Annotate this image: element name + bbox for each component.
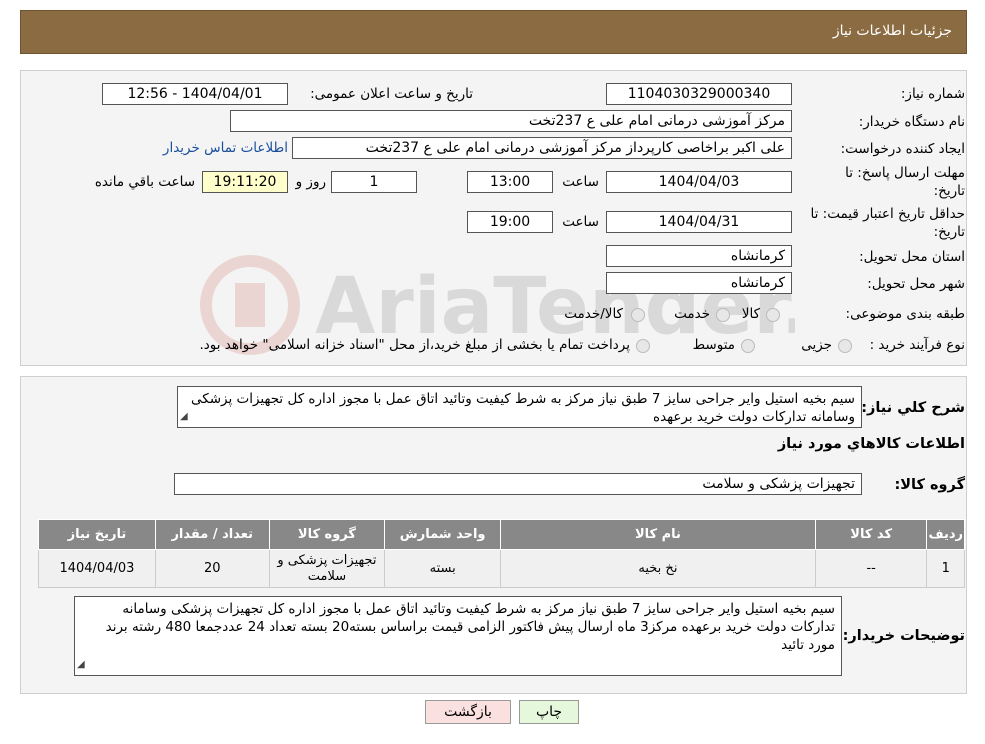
process-radio-medium[interactable]: [741, 339, 755, 353]
process-option-minor: جزیی: [801, 337, 832, 353]
city-field: کرمانشاه: [606, 272, 792, 294]
deadline-time-label: ساعت: [562, 174, 599, 190]
buyer-org-field: مرکز آموزشی درمانی امام علی ع 237تخت: [230, 110, 792, 132]
cell-need-date: 1404/04/03: [38, 549, 156, 588]
buyer-notes-text: سیم بخیه استیل وایر جراحی سایز 7 طبق نیا…: [105, 601, 835, 653]
back-button[interactable]: بازگشت: [425, 700, 511, 724]
need-number-label: شماره نیاز:: [900, 86, 965, 102]
col-row-number: ردیف: [926, 519, 965, 550]
category-option-goods-service: کالا/خدمت: [564, 306, 623, 322]
col-quantity: تعداد / مقدار: [154, 519, 270, 550]
cell-row-number: 1: [926, 549, 965, 588]
page-header: جزئیات اطلاعات نیاز: [20, 10, 967, 54]
cell-unit: بسته: [384, 549, 502, 588]
summary-textarea[interactable]: سیم بخیه استیل وایر جراحی سایز 7 طبق نیا…: [177, 386, 862, 428]
col-group: گروه کالا: [268, 519, 386, 550]
col-item-name: نام کالا: [500, 519, 816, 550]
process-radio-minor[interactable]: [838, 339, 852, 353]
province-label: استان محل تحویل:: [859, 249, 965, 265]
remaining-label: ساعت باقي مانده: [94, 174, 195, 190]
category-label: طبقه بندی موضوعی:: [845, 306, 965, 322]
requester-label: ایجاد کننده درخواست:: [840, 141, 965, 157]
process-radio-treasury[interactable]: [636, 339, 650, 353]
col-unit: واحد شمارش: [384, 519, 502, 550]
category-radio-service[interactable]: [716, 308, 730, 322]
cell-quantity: 20: [154, 549, 270, 588]
print-button[interactable]: چاپ: [519, 700, 579, 724]
validity-time-field: 19:00: [467, 211, 553, 233]
category-option-goods: کالا: [741, 306, 760, 322]
goods-section-title: اطلاعات کالاهاي مورد نياز: [777, 436, 965, 452]
buyer-notes-label: توضیحات خریدار:: [842, 628, 965, 644]
summary-label: شرح کلي نياز:: [861, 400, 965, 416]
deadline-label-line2: تاریخ:: [933, 183, 965, 199]
validity-date-field: 1404/04/31: [606, 211, 792, 233]
buyer-org-label: نام دستگاه خریدار:: [858, 114, 965, 130]
table-header-row: ردیف کد کالا نام کالا واحد شمارش گروه کا…: [38, 519, 965, 550]
category-radio-goods-service[interactable]: [631, 308, 645, 322]
resize-grip-icon[interactable]: ◢: [77, 656, 85, 674]
table-row: 1 -- نخ بخیه بسته تجهیزات پزشکی و سلامت …: [38, 549, 965, 588]
buyer-contact-link[interactable]: اطلاعات تماس خریدار: [163, 140, 288, 156]
process-option-medium: متوسط: [692, 337, 735, 353]
cell-item-name: نخ بخیه: [500, 549, 816, 588]
deadline-time-field: 13:00: [467, 171, 553, 193]
province-field: کرمانشاه: [606, 245, 792, 267]
announce-datetime-field: 1404/04/01 - 12:56: [102, 83, 288, 105]
remaining-time-field: 19:11:20: [202, 171, 288, 193]
validity-label-line2: تاریخ:: [933, 224, 965, 240]
resize-grip-icon[interactable]: ◢: [180, 408, 188, 426]
page-title: جزئیات اطلاعات نیاز: [832, 23, 952, 39]
validity-label: حداقل تاریخ اعتبار قیمت: تا: [810, 206, 965, 222]
goods-group-field: تجهیزات پزشکی و سلامت: [174, 473, 862, 495]
validity-time-label: ساعت: [562, 214, 599, 230]
col-item-code: کد کالا: [814, 519, 928, 550]
cell-group: تجهیزات پزشکی و سلامت: [268, 549, 386, 588]
process-label: نوع فرآیند خرید :: [869, 337, 965, 353]
city-label: شهر محل تحویل:: [867, 276, 965, 292]
deadline-label: مهلت ارسال پاسخ: تا: [845, 165, 965, 181]
category-radio-goods[interactable]: [766, 308, 780, 322]
col-need-date: تاریخ نیاز: [38, 519, 156, 550]
days-remaining-field: 1: [331, 171, 417, 193]
requester-field: علی اکبر براخاصی کارپرداز مرکز آموزشی در…: [292, 137, 792, 159]
days-label: روز و: [295, 174, 326, 190]
announce-label: تاریخ و ساعت اعلان عمومی:: [310, 86, 473, 102]
items-table: ردیف کد کالا نام کالا واحد شمارش گروه کا…: [38, 519, 965, 588]
buyer-notes-textarea[interactable]: سیم بخیه استیل وایر جراحی سایز 7 طبق نیا…: [74, 596, 842, 676]
cell-item-code: --: [814, 549, 928, 588]
process-note: پرداخت تمام یا بخشی از مبلغ خرید،از محل …: [199, 337, 630, 353]
summary-text: سیم بخیه استیل وایر جراحی سایز 7 طبق نیا…: [190, 391, 855, 425]
need-number-field: 1104030329000340: [606, 83, 792, 105]
category-option-service: خدمت: [674, 306, 710, 322]
deadline-date-field: 1404/04/03: [606, 171, 792, 193]
goods-group-label: گروه کالا:: [894, 477, 965, 493]
